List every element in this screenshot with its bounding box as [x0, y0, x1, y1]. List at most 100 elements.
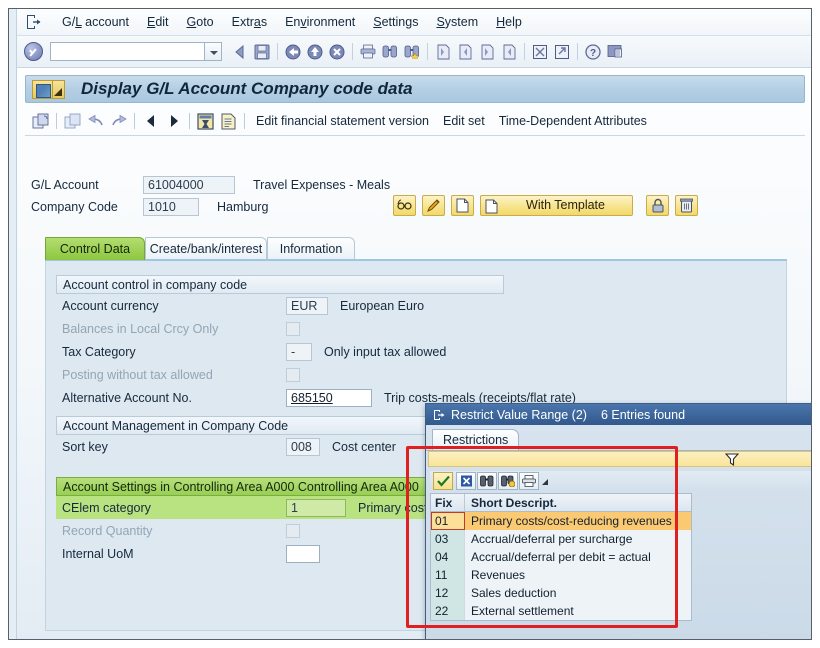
- first-page-icon[interactable]: [432, 41, 454, 62]
- undo-icon[interactable]: [84, 110, 107, 132]
- menu-item-help[interactable]: Help: [487, 13, 531, 31]
- with-template-button[interactable]: With Template: [480, 194, 633, 216]
- restrict-value-range-dialog: Restrict Value Range (2) 6 Entries found…: [425, 403, 811, 639]
- notes-icon[interactable]: [217, 110, 240, 132]
- menu-item-edit[interactable]: Edit: [138, 13, 178, 31]
- edit-set-button[interactable]: Edit set: [436, 112, 492, 130]
- time-dependent-attributes-button[interactable]: Time-Dependent Attributes: [492, 112, 654, 130]
- menu-item-settings[interactable]: Settings: [364, 13, 427, 31]
- copy-selection-check-icon[interactable]: [433, 472, 453, 490]
- sap-session-icon[interactable]: [25, 14, 43, 30]
- menu-arrow-icon[interactable]: [53, 79, 65, 99]
- company-code-description: Hamburg: [217, 200, 269, 214]
- print-preview-icon[interactable]: [519, 472, 539, 490]
- column-header-short-descript[interactable]: Short Descript.: [465, 494, 691, 511]
- menu-item-system[interactable]: System: [427, 13, 487, 31]
- find-next-icon[interactable]: [401, 41, 423, 62]
- tax-category-field[interactable]: -: [286, 342, 312, 361]
- back-icon[interactable]: [282, 41, 304, 62]
- create-session-icon[interactable]: [529, 41, 551, 62]
- company-code-field[interactable]: 1010: [143, 198, 199, 216]
- celem-category-field[interactable]: 1: [286, 498, 346, 517]
- table-row[interactable]: 03 Accrual/deferral per surcharge: [431, 530, 691, 548]
- next-arrow-icon[interactable]: [162, 110, 185, 132]
- previous-arrow-icon[interactable]: [139, 110, 162, 132]
- find-icon[interactable]: [379, 41, 401, 62]
- dialog-grid-toolbar: [430, 471, 811, 491]
- lock-button[interactable]: [646, 194, 669, 216]
- cancel-blue-x-icon[interactable]: [456, 472, 476, 490]
- display-change-icon[interactable]: [61, 110, 84, 132]
- cancel-icon[interactable]: [326, 41, 348, 62]
- last-page-icon[interactable]: [498, 41, 520, 62]
- row-fix-value: 22: [431, 602, 465, 620]
- previous-page-icon[interactable]: [454, 41, 476, 62]
- table-row[interactable]: 01 Primary costs/cost-reducing revenues: [431, 512, 691, 530]
- save-icon[interactable]: [251, 41, 273, 62]
- account-control-group: Account control in company code Account …: [56, 275, 576, 409]
- new-document-button[interactable]: [451, 194, 474, 216]
- find-next-binoculars-icon[interactable]: [498, 472, 518, 490]
- row-short-descript: Accrual/deferral per debit = actual: [465, 548, 691, 566]
- row-short-descript: Sales deduction: [465, 584, 691, 602]
- gl-account-field[interactable]: 61004000: [143, 176, 235, 194]
- company-code-label: Company Code: [31, 200, 118, 214]
- row-fix-value: 01: [431, 512, 465, 530]
- menu-bar: G/L account Edit Goto Extras Environment…: [17, 9, 811, 36]
- internal-uom-field[interactable]: [286, 544, 320, 563]
- restrict-value-grid: Fix Short Descript. 01 Primary costs/cos…: [430, 493, 692, 621]
- table-row[interactable]: 11 Revenues: [431, 566, 691, 584]
- svg-text:?: ?: [590, 48, 596, 59]
- sap-gui-window: G/L account Edit Goto Extras Environment…: [8, 8, 812, 640]
- sort-key-field[interactable]: 008: [286, 437, 320, 456]
- row-fix-value: 11: [431, 566, 465, 584]
- menu-item-gl-account[interactable]: G/L account: [53, 13, 138, 31]
- account-currency-label: Account currency: [62, 298, 159, 313]
- row-posting-without-tax: Posting without tax allowed: [56, 363, 504, 386]
- table-row[interactable]: 12 Sales deduction: [431, 584, 691, 602]
- column-header-fix[interactable]: Fix: [431, 494, 465, 511]
- customize-layout-icon[interactable]: [604, 41, 626, 62]
- dialog-title-bar[interactable]: Restrict Value Range (2) 6 Entries found: [426, 404, 811, 425]
- display-chart-of-accounts-icon[interactable]: [194, 110, 217, 132]
- display-gl-account-icon[interactable]: [32, 79, 53, 99]
- menu-item-goto[interactable]: Goto: [178, 13, 223, 31]
- gl-account-label: G/L Account: [31, 178, 99, 192]
- dialog-filter-bar[interactable]: [428, 451, 811, 467]
- edit-pencil-button[interactable]: [422, 194, 445, 216]
- print-icon[interactable]: [357, 41, 379, 62]
- tab-restrictions[interactable]: Restrictions: [432, 429, 520, 450]
- filter-funnel-icon[interactable]: [725, 453, 739, 466]
- alternative-account-field[interactable]: 685150: [286, 388, 372, 407]
- account-currency-field[interactable]: EUR: [286, 296, 328, 315]
- next-page-icon[interactable]: [476, 41, 498, 62]
- row-tax-category: Tax Category - Only input tax allowed: [56, 340, 504, 363]
- edit-financial-statement-version-button[interactable]: Edit financial statement version: [249, 112, 436, 130]
- tab-create-bank-interest[interactable]: Create/bank/interest: [145, 237, 267, 260]
- sort-key-description: Cost center: [332, 439, 396, 454]
- tab-information[interactable]: Information: [267, 237, 355, 260]
- other-gl-account-icon[interactable]: [29, 110, 52, 132]
- table-row[interactable]: 04 Accrual/deferral per debit = actual: [431, 548, 691, 566]
- menu-arrow-icon[interactable]: [539, 472, 549, 490]
- create-shortcut-icon[interactable]: [551, 41, 573, 62]
- tax-category-label: Tax Category: [62, 344, 136, 359]
- display-change-glasses-button[interactable]: [393, 194, 416, 216]
- menu-item-extras[interactable]: Extras: [223, 13, 276, 31]
- redo-icon[interactable]: [107, 110, 130, 132]
- menu-item-environment[interactable]: Environment: [276, 13, 364, 31]
- find-binoculars-icon[interactable]: [477, 472, 497, 490]
- balances-local-crcy-checkbox[interactable]: [286, 321, 300, 336]
- command-field[interactable]: [50, 42, 205, 61]
- delete-button[interactable]: [675, 194, 698, 216]
- tab-control-data[interactable]: Control Data: [45, 237, 145, 260]
- back-arrow-icon[interactable]: [229, 41, 251, 62]
- chevron-down-icon[interactable]: [205, 42, 222, 61]
- help-icon[interactable]: ?: [582, 41, 604, 62]
- enter-check-icon[interactable]: [24, 42, 43, 61]
- record-quantity-checkbox[interactable]: [286, 523, 300, 538]
- posting-without-tax-checkbox[interactable]: [286, 367, 300, 382]
- exit-icon[interactable]: [304, 41, 326, 62]
- table-row[interactable]: 22 External settlement: [431, 602, 691, 620]
- row-short-descript: Primary costs/cost-reducing revenues: [465, 512, 691, 530]
